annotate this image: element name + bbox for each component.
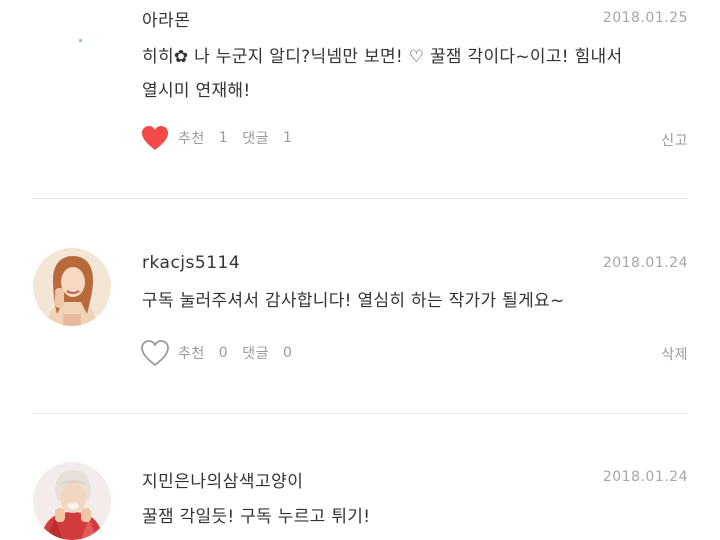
delete-button[interactable]: 삭제	[661, 344, 688, 364]
avatar[interactable]	[33, 462, 111, 540]
comment-line: 열시미 연재해!	[142, 81, 251, 101]
recommend-label[interactable]: 추천	[178, 343, 205, 363]
recommend-count: 0	[218, 345, 229, 361]
reply-count: 0	[282, 345, 293, 361]
avatar[interactable]	[33, 248, 111, 326]
reply-count: 1	[282, 130, 293, 146]
divider	[32, 198, 688, 199]
reply-label[interactable]: 댓글	[242, 128, 269, 148]
comment-body: 꿀잼 각일듯! 구독 누르고 튀기!	[142, 500, 682, 534]
comment-username[interactable]: rkacjs5114	[142, 253, 240, 273]
comment-username[interactable]: 지민은나의삼색고양이	[142, 467, 303, 492]
comment-body: 구독 눌러주셔서 감사합니다! 열심히 하는 작가가 될게요~	[142, 284, 682, 318]
report-button[interactable]: 신고	[661, 130, 688, 150]
comment-line: 꿀잼 각일듯! 구독 누르고 튀기!	[142, 507, 371, 527]
comment-date: 2018.01.24	[602, 469, 688, 485]
heart-outline-icon[interactable]	[140, 339, 170, 367]
comment-line: 구독 눌러주셔서 감사합니다! 열심히 하는 작가가 될게요~	[142, 291, 565, 311]
avatar-placeholder	[79, 39, 82, 42]
comment-actions: 추천 0 댓글 0	[140, 338, 298, 368]
comment-actions: 추천 1 댓글 1	[140, 123, 298, 153]
reply-label[interactable]: 댓글	[242, 343, 269, 363]
divider	[32, 413, 688, 414]
comment-body: 히히✿ 나 누군지 알디?닉넴만 보면! ♡ 꿀잼 각이다~이고! 힘내서 열시…	[142, 40, 682, 108]
recommend-label[interactable]: 추천	[178, 128, 205, 148]
comment-date: 2018.01.25	[602, 10, 688, 26]
comment-username[interactable]: 아라몬	[142, 6, 190, 31]
comment-line: 히히✿ 나 누군지 알디?닉넴만 보면! ♡ 꿀잼 각이다~이고! 힘내서	[142, 47, 623, 67]
recommend-count: 1	[218, 130, 229, 146]
heart-filled-icon[interactable]	[140, 124, 170, 152]
comment-date: 2018.01.24	[602, 255, 688, 271]
